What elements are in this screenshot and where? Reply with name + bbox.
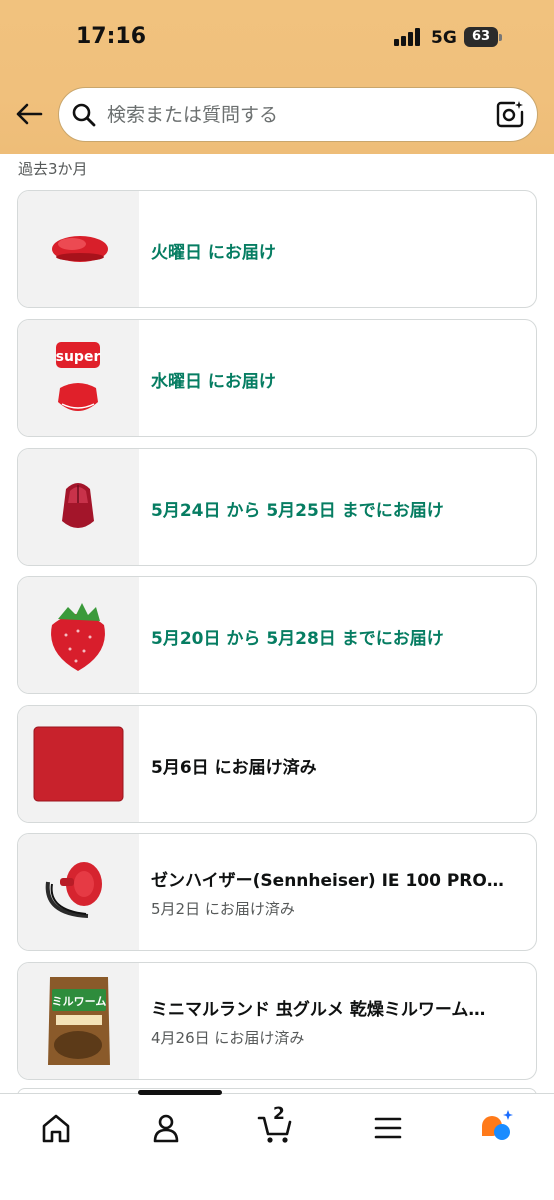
order-title: 5月24日 から 5月25日 までにお届け [151,501,444,521]
battery-icon: 63 [464,27,502,47]
strawberry-pouch-image [18,577,139,693]
red-mouse-skates-image: super [18,320,139,436]
order-card[interactable]: ミルワーム ミニマルランド 虫グルメ 乾燥ミルワーム… 4月26日 にお届け済み [17,962,537,1080]
battery-level: 63 [464,27,498,47]
order-title: 水曜日 にお届け [151,372,276,392]
translucent-red-mouse-image [18,449,139,565]
search-icon [71,102,97,128]
red-in-ear-monitor-image [18,834,139,950]
signal-icon [394,28,424,46]
order-title: 5月6日 にお届け済み [151,758,317,778]
order-title: 火曜日 にお届け [151,243,276,263]
order-title: ミニマルランド 虫グルメ 乾燥ミルワーム… [151,1000,486,1020]
order-subtitle: 5月2日 にお届け済み [151,900,295,918]
cart-icon[interactable]: 2 [256,1104,296,1148]
status-time: 17:16 [76,24,147,49]
order-card[interactable]: 5月20日 から 5月28日 までにお届け [17,576,537,694]
header: 17:16 5G 63 [0,0,554,154]
order-title: ゼンハイザー(Sennheiser) IE 100 PRO… [151,871,504,891]
order-card[interactable]: 5月24日 から 5月25日 までにお届け [17,448,537,566]
cart-count-badge: 2 [273,1104,285,1124]
home-icon[interactable] [36,1108,76,1148]
svg-text:super: super [56,349,101,365]
red-mouse-pad-image [18,706,139,822]
order-card[interactable]: super 水曜日 にお届け [17,319,537,437]
order-card[interactable]: ゼンハイザー(Sennheiser) IE 100 PRO… 5月2日 にお届け… [17,833,537,951]
search-input[interactable] [107,88,477,141]
status-bar: 17:16 5G 63 [0,0,554,78]
section-label: 過去3か月 [18,160,88,178]
svg-text:ミルワーム: ミルワーム [52,995,107,1008]
back-arrow-icon[interactable] [14,99,44,129]
active-tab-indicator [138,1090,222,1095]
red-gaming-mouse-image [18,191,139,307]
mealworm-snack-bag-image: ミルワーム [18,963,139,1079]
network-type: 5G [431,28,457,48]
order-card[interactable]: 火曜日 にお届け [17,190,537,308]
order-subtitle: 4月26日 にお届け済み [151,1029,305,1047]
search-bar[interactable] [58,87,538,142]
order-title: 5月20日 から 5月28日 までにお届け [151,629,444,649]
bottom-nav: 2 [0,1090,554,1200]
camera-lens-icon[interactable] [495,99,525,129]
menu-icon[interactable] [368,1108,408,1148]
order-card[interactable]: 5月6日 にお届け済み [17,705,537,823]
account-icon[interactable] [146,1108,186,1148]
rufus-assistant-icon[interactable] [478,1108,518,1148]
